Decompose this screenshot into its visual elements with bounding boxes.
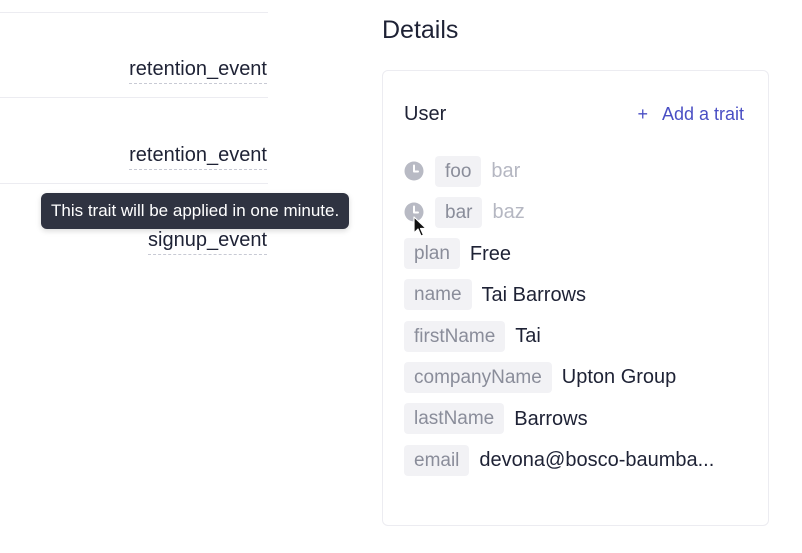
- trait-key: email: [404, 444, 470, 476]
- trait-value: devona@bosco-baumba...: [479, 449, 715, 472]
- trait-key: plan: [404, 238, 460, 270]
- plus-icon: +: [637, 104, 648, 124]
- trait-row: lastName Barrows: [404, 403, 759, 435]
- trait-row: companyName Upton Group: [404, 361, 759, 393]
- divider: [0, 183, 268, 184]
- trait-value: baz: [492, 201, 525, 224]
- mouse-cursor-icon: [413, 216, 427, 237]
- page: retention_event retention_event signup_e…: [0, 0, 802, 553]
- trait-value: bar: [491, 160, 521, 182]
- divider: [0, 12, 268, 13]
- clock-icon[interactable]: [404, 161, 424, 181]
- trait-value: Tai Barrows: [481, 283, 587, 306]
- trait-row: plan Free: [404, 238, 759, 270]
- trait-key: lastName: [404, 403, 505, 435]
- divider: [0, 97, 268, 98]
- trait-value: Barrows: [514, 407, 588, 430]
- card-title: User: [404, 103, 447, 125]
- user-traits-card: User + Add a trait foo bar bar baz plan …: [382, 70, 769, 526]
- trait-key: name: [404, 279, 472, 311]
- pending-trait-tooltip: This trait will be applied in one minute…: [41, 193, 350, 229]
- add-trait-label: Add a trait: [661, 104, 744, 124]
- trait-value: Free: [469, 242, 512, 265]
- trait-key: bar: [435, 196, 483, 228]
- event-name-link[interactable]: signup_event: [148, 227, 267, 255]
- event-row: retention_event: [129, 142, 267, 170]
- trait-value: Tai: [515, 325, 541, 348]
- event-row: signup_event: [148, 227, 267, 255]
- traits-list: foo bar bar baz plan Free name Tai Barro…: [404, 155, 759, 485]
- trait-value: Upton Group: [561, 366, 677, 389]
- add-trait-button[interactable]: + Add a trait: [637, 101, 744, 127]
- events-list: retention_event retention_event signup_e…: [0, 0, 268, 553]
- trait-row: bar baz: [404, 196, 759, 228]
- trait-key: foo: [435, 155, 482, 187]
- trait-row: name Tai Barrows: [404, 279, 759, 311]
- trait-key: firstName: [404, 320, 506, 352]
- trait-row: email devona@bosco-baumba...: [404, 444, 759, 476]
- card-header: User + Add a trait: [404, 101, 744, 127]
- details-heading: Details: [382, 16, 459, 44]
- event-name-link[interactable]: retention_event: [129, 142, 267, 170]
- trait-row: foo bar: [404, 155, 759, 187]
- trait-key: companyName: [404, 361, 552, 393]
- event-name-link[interactable]: retention_event: [129, 56, 267, 84]
- event-row: retention_event: [129, 56, 267, 84]
- trait-row: firstName Tai: [404, 320, 759, 352]
